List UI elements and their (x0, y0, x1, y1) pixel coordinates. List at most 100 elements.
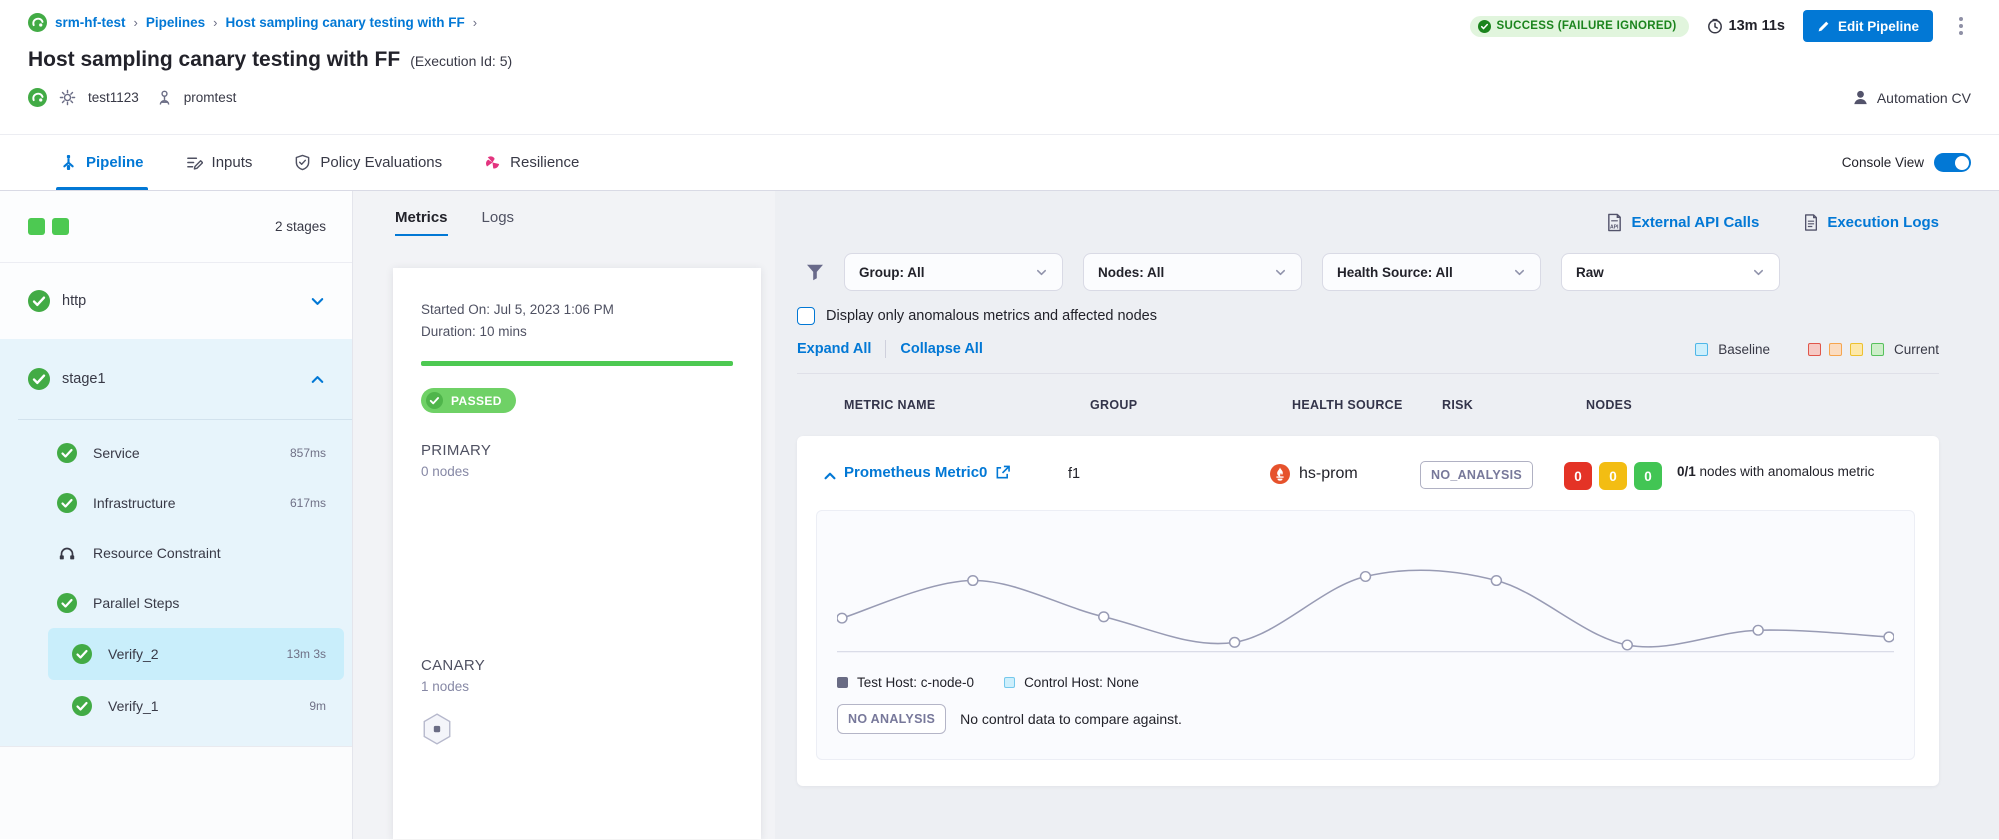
started-on: Started On: Jul 5, 2023 1:06 PM (421, 302, 733, 317)
breadcrumb-separator: › (213, 15, 217, 30)
canary-node-count: 1 nodes (421, 679, 733, 694)
red-node-count: 0 (1564, 462, 1592, 490)
canary-node-icon[interactable] (421, 712, 733, 746)
success-check-icon (28, 290, 50, 312)
resilience-icon (484, 154, 501, 171)
col-group: GROUP (1090, 398, 1292, 412)
success-check-icon (72, 644, 92, 664)
breadcrumb-project[interactable]: srm-hf-test (55, 15, 126, 30)
chevron-up-icon (309, 371, 326, 388)
sidebar-empty-area (0, 746, 352, 839)
execution-stage-sidebar: 2 stages http stage1 Service (0, 191, 353, 839)
no-analysis-message: No control data to compare against. (960, 711, 1182, 727)
primary-label: PRIMARY (421, 442, 733, 459)
data-point-marker (1099, 612, 1109, 622)
collapse-all-link[interactable]: Collapse All (900, 341, 982, 357)
data-point-marker (1622, 640, 1632, 650)
anomalous-only-checkbox[interactable] (797, 307, 815, 325)
expand-all-link[interactable]: Expand All (797, 341, 871, 357)
metric-row: Prometheus Metric0 f1 hs-prom NO_ANALYSI… (797, 436, 1939, 786)
step-details-panel: Metrics Logs Started On: Jul 5, 2023 1:0… (353, 191, 775, 839)
console-view-toggle[interactable] (1934, 153, 1971, 172)
console-view-label: Console View (1842, 155, 1924, 170)
resource-constraint-icon (57, 544, 77, 562)
step-duration: 857ms (290, 446, 326, 460)
success-check-icon (1478, 20, 1491, 33)
sidebar-step-verify-2[interactable]: Verify_2 13m 3s (48, 628, 344, 680)
health-source-filter-dropdown[interactable]: Health Source: All (1322, 253, 1541, 291)
main-tabbar: Pipeline Inputs Policy Evaluations Resil… (0, 134, 1999, 191)
divider (885, 340, 886, 358)
step-duration: 9m (309, 699, 326, 713)
step-duration: 13m 3s (287, 647, 326, 661)
nodes-filter-dropdown[interactable]: Nodes: All (1083, 253, 1302, 291)
svg-text:API: API (1610, 224, 1619, 230)
execution-logs-link[interactable]: Execution Logs (1803, 213, 1939, 232)
breadcrumb-pipelines[interactable]: Pipelines (146, 15, 205, 30)
external-link-icon (995, 465, 1010, 480)
filter-funnel-icon (806, 264, 824, 281)
infra-name: promtest (184, 90, 237, 105)
pipeline-execution-page: srm-hf-test › Pipelines › Host sampling … (0, 0, 1999, 840)
sidebar-step-service[interactable]: Service 857ms (0, 428, 352, 478)
edit-pipeline-button[interactable]: Edit Pipeline (1803, 10, 1933, 42)
stages-summary: 2 stages (0, 191, 352, 263)
health-source: hs-prom (1270, 464, 1420, 484)
collapse-row-chevron-icon[interactable] (822, 468, 838, 484)
primary-node-count: 0 nodes (421, 464, 733, 479)
test-host-legend: Test Host: c-node-0 (837, 675, 974, 690)
breadcrumb-pipeline-name[interactable]: Host sampling canary testing with FF (225, 15, 464, 30)
tab-metrics[interactable]: Metrics (395, 209, 448, 236)
page-header: srm-hf-test › Pipelines › Host sampling … (0, 0, 1999, 134)
prometheus-icon (1270, 464, 1290, 484)
current-orange-swatch (1829, 343, 1842, 356)
tab-resilience[interactable]: Resilience (484, 135, 579, 190)
sidebar-step-verify-1[interactable]: Verify_1 9m (48, 680, 344, 732)
harness-logo-icon (28, 13, 47, 32)
duration: Duration: 10 mins (421, 324, 733, 339)
data-type-dropdown[interactable]: Raw (1561, 253, 1780, 291)
tab-pipeline[interactable]: Pipeline (60, 135, 144, 190)
success-check-icon (57, 593, 77, 613)
markers (837, 572, 1894, 650)
yellow-node-count: 0 (1599, 462, 1627, 490)
tab-inputs[interactable]: Inputs (186, 135, 253, 190)
current-yellow-swatch (1850, 343, 1863, 356)
data-point-marker (1753, 625, 1763, 635)
passed-badge: PASSED (421, 388, 516, 413)
chevron-down-icon (1752, 266, 1765, 279)
tab-logs[interactable]: Logs (482, 209, 515, 236)
pipeline-icon (60, 154, 77, 171)
test-host-swatch (837, 677, 848, 688)
metric-name-link[interactable]: Prometheus Metric0 (844, 464, 1068, 481)
group-filter-dropdown[interactable]: Group: All (844, 253, 1063, 291)
clock-icon (1707, 18, 1723, 34)
breadcrumb: srm-hf-test › Pipelines › Host sampling … (28, 10, 477, 34)
data-point-marker (968, 576, 978, 586)
current-green-swatch (1871, 343, 1884, 356)
tab-policy-evaluations[interactable]: Policy Evaluations (294, 135, 442, 190)
success-check-icon (28, 368, 50, 390)
api-document-icon: API (1606, 213, 1623, 232)
breadcrumb-separator: › (134, 15, 138, 30)
inputs-icon (186, 154, 203, 171)
data-point-marker (1230, 638, 1240, 648)
col-metric-name: METRIC NAME (844, 398, 1090, 412)
sidebar-step-resource-constraint[interactable]: Resource Constraint (0, 528, 352, 578)
sidebar-stage-http[interactable]: http (0, 263, 352, 339)
more-options-menu-icon[interactable] (1951, 11, 1971, 41)
sidebar-stage-stage1[interactable]: stage1 (0, 339, 352, 419)
page-title: Host sampling canary testing with FF (28, 48, 400, 72)
check-icon (426, 392, 443, 409)
anomalous-only-label: Display only anomalous metrics and affec… (826, 308, 1157, 324)
log-document-icon (1803, 213, 1819, 232)
divider (18, 419, 352, 420)
sidebar-step-parallel-steps[interactable]: Parallel Steps (0, 578, 352, 628)
success-check-icon (72, 696, 92, 716)
metrics-analysis-panel: API External API Calls Execution Logs Gr… (775, 191, 1999, 839)
sidebar-step-infrastructure[interactable]: Infrastructure 617ms (0, 478, 352, 528)
success-check-icon (57, 443, 77, 463)
host-legend: Test Host: c-node-0 Control Host: None (837, 675, 1894, 690)
breadcrumb-separator: › (473, 15, 477, 30)
external-api-calls-link[interactable]: API External API Calls (1606, 213, 1759, 232)
